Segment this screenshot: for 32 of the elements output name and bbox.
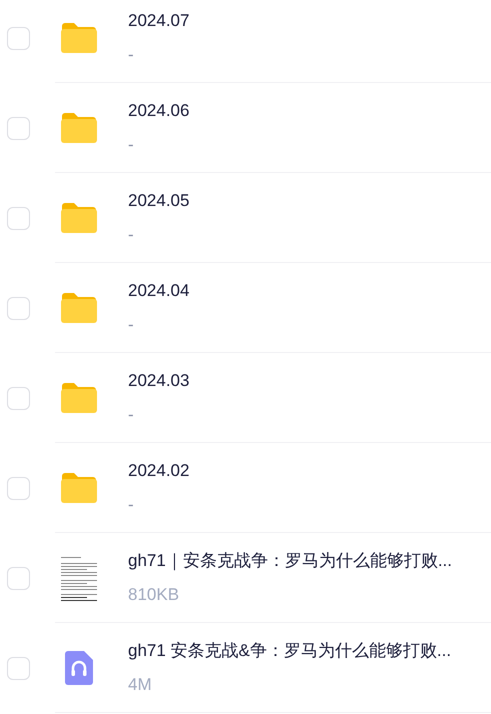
file-name: 2024.02 [128,460,190,482]
checkbox[interactable] [7,656,30,680]
file-name: gh71 安条克战&争：罗马为什么能够打败... [128,640,452,662]
folder-icon [60,472,98,504]
file-size: 810KB [128,584,180,606]
folder-icon [60,202,98,234]
file-size: - [128,134,135,156]
checkbox[interactable] [7,386,30,410]
audio-file-icon [65,650,93,684]
file-size: 4M [128,674,153,696]
folder-icon [60,292,98,324]
file-size: - [128,44,135,66]
file-size: - [128,314,135,336]
file-name: gh71｜安条克战争：罗马为什么能够打败... [128,550,452,572]
file-name: 2024.05 [128,190,190,212]
checkbox[interactable] [7,206,30,230]
folder-icon [60,382,98,414]
file-name: 2024.04 [128,280,190,302]
checkbox[interactable] [7,296,30,320]
document-thumbnail-icon [60,554,98,600]
file-size: - [128,224,135,246]
file-name: 2024.06 [128,100,190,122]
file-size: - [128,494,135,516]
checkbox[interactable] [7,566,30,590]
file-size: - [128,404,135,426]
folder-icon [60,112,98,144]
checkbox[interactable] [7,476,30,500]
checkbox[interactable] [7,26,30,50]
file-name: 2024.03 [128,370,190,392]
folder-icon [60,22,98,54]
file-name: 2024.07 [128,10,190,32]
checkbox[interactable] [7,116,30,140]
